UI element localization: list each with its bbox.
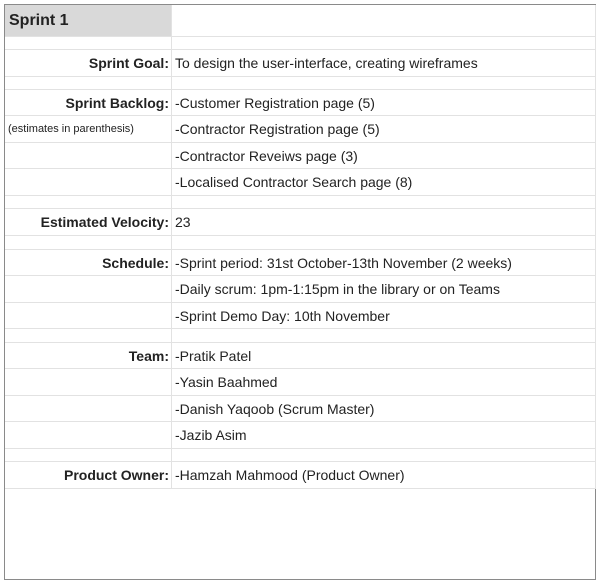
backlog-item[interactable]: -Localised Contractor Search page (8) [172, 169, 596, 196]
estimated-velocity-value[interactable]: 23 [172, 209, 596, 236]
team-member[interactable]: -Danish Yaqoob (Scrum Master) [172, 396, 596, 422]
sheet-grid: Sprint 1 Sprint Goal: To design the user… [5, 5, 596, 489]
empty-cell[interactable] [5, 396, 172, 422]
empty-cell[interactable] [5, 143, 172, 169]
sprint-sheet: Sprint 1 Sprint Goal: To design the user… [4, 4, 596, 580]
empty-cell[interactable] [5, 77, 172, 90]
backlog-item[interactable]: -Contractor Registration page (5) [172, 116, 596, 143]
estimated-velocity-label[interactable]: Estimated Velocity: [5, 209, 172, 236]
empty-cell[interactable] [5, 276, 172, 303]
backlog-item[interactable]: -Contractor Reveiws page (3) [172, 143, 596, 169]
empty-cell[interactable] [5, 303, 172, 329]
empty-cell[interactable] [172, 5, 596, 37]
empty-cell[interactable] [5, 449, 172, 462]
sprint-title[interactable]: Sprint 1 [5, 5, 172, 37]
schedule-item[interactable]: -Sprint period: 31st October-13th Novemb… [172, 250, 596, 276]
empty-cell[interactable] [5, 329, 172, 343]
empty-cell[interactable] [172, 196, 596, 209]
empty-cell[interactable] [172, 449, 596, 462]
sprint-goal-value[interactable]: To design the user-interface, creating w… [172, 50, 596, 77]
empty-cell[interactable] [5, 236, 172, 250]
empty-cell[interactable] [172, 236, 596, 250]
team-member[interactable]: -Yasin Baahmed [172, 369, 596, 396]
empty-cell[interactable] [5, 169, 172, 196]
empty-cell[interactable] [5, 196, 172, 209]
empty-cell[interactable] [5, 369, 172, 396]
product-owner-value[interactable]: -Hamzah Mahmood (Product Owner) [172, 462, 596, 489]
schedule-item[interactable]: -Sprint Demo Day: 10th November [172, 303, 596, 329]
backlog-note[interactable]: (estimates in parenthesis) [5, 116, 172, 143]
empty-cell[interactable] [172, 77, 596, 90]
schedule-item[interactable]: -Daily scrum: 1pm-1:15pm in the library … [172, 276, 596, 303]
team-label[interactable]: Team: [5, 343, 172, 369]
empty-cell[interactable] [172, 37, 596, 50]
empty-cell[interactable] [172, 329, 596, 343]
product-owner-label[interactable]: Product Owner: [5, 462, 172, 489]
sprint-goal-label[interactable]: Sprint Goal: [5, 50, 172, 77]
schedule-label[interactable]: Schedule: [5, 250, 172, 276]
empty-cell[interactable] [5, 37, 172, 50]
team-member[interactable]: -Pratik Patel [172, 343, 596, 369]
team-member[interactable]: -Jazib Asim [172, 422, 596, 449]
sprint-backlog-label[interactable]: Sprint Backlog: [5, 90, 172, 116]
empty-cell[interactable] [5, 422, 172, 449]
backlog-item[interactable]: -Customer Registration page (5) [172, 90, 596, 116]
